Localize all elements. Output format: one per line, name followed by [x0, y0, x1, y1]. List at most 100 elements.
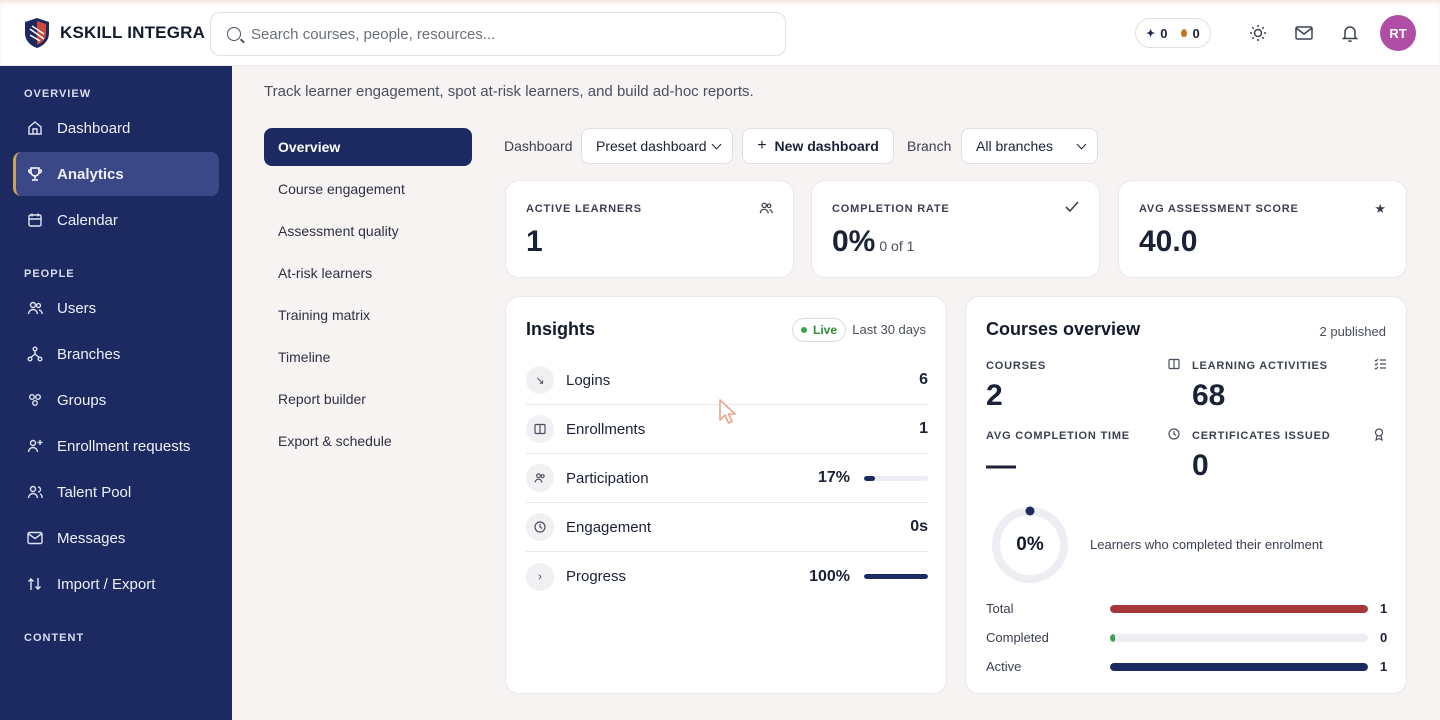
points-pill[interactable]: ✦ 0 0	[1135, 18, 1211, 48]
insight-row-progress[interactable]: › Progress 100%	[526, 552, 928, 601]
kpi-label: COMPLETION RATE	[832, 203, 950, 215]
sidebar-item-label: Calendar	[57, 211, 118, 229]
kpi-value-number: 40.0	[1139, 225, 1198, 258]
insights-title: Insights	[526, 319, 596, 339]
progress-progress-bar	[864, 574, 928, 579]
branch-label: Branch	[907, 138, 952, 154]
flame-icon	[1181, 29, 1188, 37]
insight-label: Progress	[566, 568, 627, 585]
insight-value: 17%	[817, 469, 850, 486]
insight-label: Engagement	[566, 518, 652, 536]
dashboard-select[interactable]: Preset dashboard	[581, 128, 733, 164]
search-bar[interactable]	[210, 12, 786, 56]
groups-icon	[27, 392, 43, 408]
insight-label: Logins	[566, 371, 611, 389]
bar-label-total: Total	[986, 601, 1014, 616]
checklist-icon	[1374, 358, 1387, 373]
stat-value-certificates-issued: 0	[1192, 449, 1209, 482]
people-icon	[526, 464, 554, 492]
bar-fill-completed	[1110, 634, 1116, 642]
calendar-icon	[27, 212, 43, 228]
streak-value: 0	[1192, 25, 1200, 41]
mail-icon[interactable]	[1293, 22, 1315, 44]
sparks-value: 0	[1160, 25, 1168, 41]
insight-row-engagement[interactable]: Engagement 0s	[526, 503, 928, 552]
kpi-card-avg-assessment-score: AVG ASSESSMENT SCORE ★ 40.0	[1118, 180, 1407, 278]
sidebar-item-label: Enrollment requests	[57, 437, 191, 455]
sidebar-item-label: Groups	[57, 391, 107, 409]
subnav-export-schedule[interactable]: Export & schedule	[264, 422, 472, 460]
sidebar-item-label: Talent Pool	[57, 483, 132, 501]
sidebar-item-enrollment-requests[interactable]: Enrollment requests	[13, 424, 219, 468]
sidebar-item-label: Users	[57, 299, 97, 317]
chevron-down-icon	[711, 139, 722, 149]
user-plus-icon	[27, 438, 43, 454]
kpi-sub: 0 of 1	[879, 238, 915, 254]
sidebar-item-label: Branches	[57, 345, 121, 363]
check-icon	[1065, 201, 1079, 216]
talent-icon	[27, 484, 43, 500]
insight-value: 1	[919, 420, 928, 437]
sidebar-item-import-export[interactable]: Import / Export	[13, 562, 219, 606]
sidebar-item-calendar[interactable]: Calendar	[13, 198, 219, 242]
sidebar-item-groups[interactable]: Groups	[13, 378, 219, 422]
bar-track-total	[1110, 605, 1368, 613]
bell-icon[interactable]	[1339, 22, 1361, 44]
courses-overview-title: Courses overview	[986, 319, 1141, 339]
book-icon	[526, 415, 554, 443]
live-label: Live	[813, 323, 838, 337]
user-avatar[interactable]: RT	[1380, 15, 1416, 51]
shield-logo-icon	[25, 18, 49, 48]
top-bar: KSKILL INTEGRA ✦ 0 0 RT	[0, 0, 1440, 66]
chevron-down-icon	[1076, 139, 1087, 149]
bar-fill-active	[1110, 663, 1368, 671]
home-icon	[27, 120, 43, 136]
stat-label-courses: COURSES	[986, 360, 1046, 372]
new-dashboard-button[interactable]: + New dashboard	[742, 128, 894, 164]
bar-value-completed: 0	[1380, 630, 1388, 645]
kpi-card-active-learners: ACTIVE LEARNERS 1	[505, 180, 794, 278]
subnav-at-risk-learners[interactable]: At-risk learners	[264, 254, 472, 292]
insight-row-participation[interactable]: Participation 17%	[526, 454, 928, 503]
sidebar-item-talent-pool[interactable]: Talent Pool	[13, 470, 219, 514]
sidebar-item-dashboard[interactable]: Dashboard	[13, 106, 219, 150]
arrow-down-right-icon: ↘	[526, 366, 554, 394]
search-input[interactable]	[251, 25, 751, 43]
mouse-cursor-icon	[719, 399, 736, 424]
participation-progress-bar	[864, 475, 928, 481]
bar-track-active	[1110, 663, 1368, 671]
import-export-icon	[27, 576, 43, 592]
users-icon	[27, 300, 43, 316]
brand[interactable]: KSKILL INTEGRA	[24, 17, 205, 49]
subnav-training-matrix[interactable]: Training matrix	[264, 296, 472, 334]
bar-fill-total	[1110, 605, 1368, 613]
sidebar-item-users[interactable]: Users	[13, 286, 219, 330]
insights-card: Insights Live Last 30 days ↘ Logins 6 En…	[505, 296, 947, 694]
clock-icon	[526, 513, 554, 541]
stat-value-courses: 2	[986, 379, 1003, 412]
dashboard-label: Dashboard	[504, 138, 573, 154]
insight-value: 6	[919, 371, 928, 388]
users-icon	[759, 201, 773, 218]
subnav-report-builder[interactable]: Report builder	[264, 380, 472, 418]
subnav-timeline[interactable]: Timeline	[264, 338, 472, 376]
sidebar-item-branches[interactable]: Branches	[13, 332, 219, 376]
subnav-assessment-quality[interactable]: Assessment quality	[264, 212, 472, 250]
sidebar-item-messages[interactable]: Messages	[13, 516, 219, 560]
star-icon: ★	[1374, 201, 1386, 216]
progress-progress-fill	[864, 574, 928, 579]
sidebar-item-label: Dashboard	[57, 119, 131, 137]
sparks-counter: ✦ 0	[1146, 26, 1167, 41]
plus-icon: +	[757, 137, 767, 154]
kpi-value-number: 0%	[832, 225, 876, 258]
sidebar-section-people: PEOPLE	[24, 268, 75, 280]
kpi-card-completion-rate: COMPLETION RATE 0% 0 of 1	[811, 180, 1100, 278]
branch-select[interactable]: All branches	[961, 128, 1098, 164]
sidebar-item-analytics[interactable]: Analytics	[13, 152, 219, 196]
sun-icon[interactable]	[1247, 22, 1269, 44]
subnav-overview[interactable]: Overview	[264, 128, 472, 166]
kpi-value-number: 1	[526, 225, 543, 258]
subnav-course-engagement[interactable]: Course engagement	[264, 170, 472, 208]
kpi-label: ACTIVE LEARNERS	[526, 203, 642, 215]
participation-progress-fill	[864, 475, 875, 481]
